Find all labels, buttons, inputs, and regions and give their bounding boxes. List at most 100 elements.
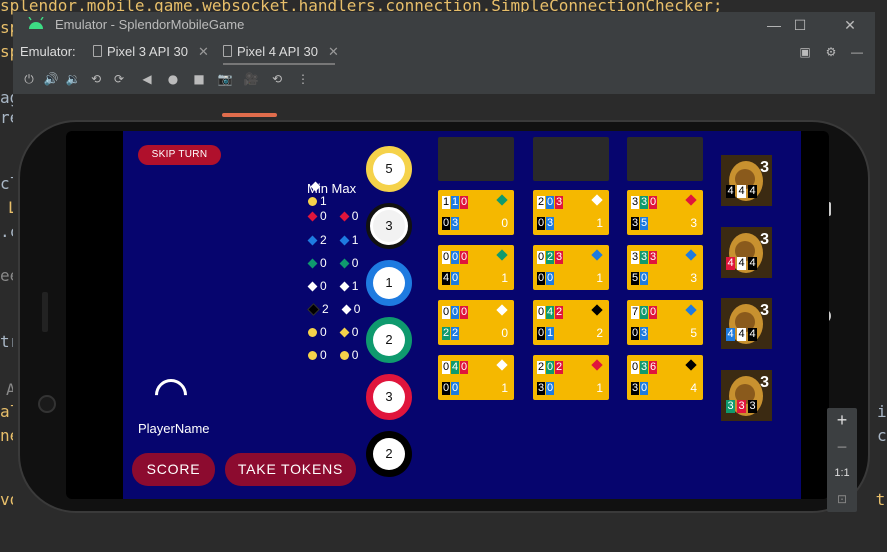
noble-tile[interactable]: 3444: [721, 155, 772, 206]
rotate-left-icon[interactable]: ⟲: [88, 71, 104, 87]
skip-turn-button[interactable]: SKIP TURN: [138, 145, 221, 165]
minimize-icon[interactable]: —: [763, 15, 785, 35]
development-card[interactable]: 036304: [627, 355, 703, 400]
development-card[interactable]: 110030: [438, 190, 514, 235]
cost-number: 0: [546, 272, 554, 285]
record-icon[interactable]: 🎥: [243, 71, 259, 87]
cost-number: 4: [442, 272, 450, 285]
token-gold[interactable]: 5: [366, 146, 412, 192]
min-max-row: 01: [307, 279, 358, 293]
cost-number: 0: [460, 361, 468, 374]
card-gem-icon: [496, 304, 508, 316]
overview-icon[interactable]: ■: [191, 71, 207, 87]
zoom-in-button[interactable]: +: [827, 410, 857, 431]
cost-number: 0: [537, 327, 545, 340]
noble-tile[interactable]: 3444: [721, 298, 772, 349]
tab-pixel-4[interactable]: Pixel 4 API 30 ✕: [223, 44, 339, 60]
noble-requirement: 4: [726, 185, 735, 198]
noble-requirement: 4: [748, 328, 757, 341]
emulator-label: Emulator:: [20, 44, 76, 59]
cost-number: 3: [640, 196, 648, 209]
zoom-out-button[interactable]: −: [827, 437, 857, 458]
card-gem-icon: [685, 194, 697, 206]
volume-down-icon[interactable]: 🔉: [65, 71, 81, 87]
score-button[interactable]: SCORE: [132, 453, 215, 486]
rotate-right-icon[interactable]: ⟳: [111, 71, 127, 87]
back-icon[interactable]: ◀: [139, 71, 155, 87]
close-tab-icon[interactable]: ✕: [198, 44, 209, 59]
close-icon[interactable]: ✕: [839, 15, 861, 35]
zoom-ratio-button[interactable]: 1:1: [827, 467, 857, 479]
deck-level-3[interactable]: [627, 137, 703, 181]
min-value: 0: [320, 325, 327, 339]
max-value: 0: [351, 209, 359, 223]
max-value: 1: [351, 233, 359, 247]
fit-screen-icon[interactable]: ⊡: [827, 492, 857, 506]
take-tokens-button[interactable]: TAKE TOKENS: [225, 453, 356, 486]
cost-number: 0: [649, 196, 657, 209]
gear-icon[interactable]: ⚙: [823, 44, 839, 60]
noble-tile[interactable]: 3333: [721, 370, 772, 421]
token-count: 3: [373, 210, 405, 242]
cost-number: 0: [442, 217, 450, 230]
home-icon[interactable]: ●: [165, 71, 181, 87]
development-card[interactable]: 000401: [438, 245, 514, 290]
volume-up-icon[interactable]: 🔊: [43, 71, 59, 87]
deck-level-2[interactable]: [533, 137, 609, 181]
camera-icon[interactable]: 📷: [217, 71, 233, 87]
gem-icon: [308, 350, 317, 360]
cost-number: 1: [546, 327, 554, 340]
min-max-row: 21: [307, 233, 358, 247]
card-points: 0: [501, 216, 508, 230]
close-tab-icon[interactable]: ✕: [328, 44, 339, 59]
layout-icon[interactable]: ▣: [797, 44, 813, 60]
android-icon: [28, 17, 44, 29]
cost-number: 2: [451, 327, 459, 340]
development-card[interactable]: 040001: [438, 355, 514, 400]
development-card[interactable]: 203031: [533, 190, 609, 235]
development-card[interactable]: 023001: [533, 245, 609, 290]
development-card[interactable]: 330353: [627, 190, 703, 235]
token-blue[interactable]: 1: [366, 260, 412, 306]
development-card[interactable]: 042012: [533, 300, 609, 345]
maximize-icon[interactable]: ☐: [789, 15, 811, 35]
tab-pixel-3[interactable]: Pixel 3 API 30 ✕: [93, 44, 209, 60]
cost-number: 0: [442, 361, 450, 374]
development-card[interactable]: 700035: [627, 300, 703, 345]
development-card[interactable]: 000220: [438, 300, 514, 345]
gem-icon: [307, 258, 318, 269]
max-value: 0: [351, 256, 359, 270]
card-gem-icon: [685, 249, 697, 261]
min-value: 0: [320, 279, 327, 293]
gem-icon: [339, 235, 350, 246]
min-value: 2: [320, 233, 327, 247]
emulator-titlebar: Emulator - SplendorMobileGame — ☐ ✕: [13, 12, 875, 38]
token-red[interactable]: 3: [366, 374, 412, 420]
min-value: 2: [322, 302, 329, 316]
token-black[interactable]: 2: [366, 431, 412, 477]
gem-icon: [339, 281, 350, 292]
min-max-row: 00: [307, 256, 358, 270]
gem-icon: [339, 211, 350, 222]
development-card[interactable]: 202301: [533, 355, 609, 400]
cost-number: 3: [631, 217, 639, 230]
noble-points: 3: [760, 159, 769, 176]
phone-side-slot: [42, 292, 48, 332]
deck-level-1[interactable]: [438, 137, 514, 181]
noble-tile[interactable]: 3444: [721, 227, 772, 278]
more-icon[interactable]: ⋮: [295, 71, 311, 87]
snapshot-icon[interactable]: ⟲: [269, 71, 285, 87]
cost-number: 3: [555, 251, 563, 264]
hide-icon[interactable]: —: [849, 44, 865, 60]
token-white[interactable]: 3: [366, 203, 412, 249]
cost-number: 1: [442, 196, 450, 209]
cost-number: 3: [451, 217, 459, 230]
code-line: i: [877, 402, 887, 421]
cost-number: 2: [555, 306, 563, 319]
power-icon[interactable]: ⏻: [21, 71, 37, 87]
token-green[interactable]: 2: [366, 317, 412, 363]
cost-number: 3: [555, 196, 563, 209]
development-card[interactable]: 333503: [627, 245, 703, 290]
gem-icon: [339, 327, 350, 338]
noble-requirement: 3: [737, 400, 746, 413]
